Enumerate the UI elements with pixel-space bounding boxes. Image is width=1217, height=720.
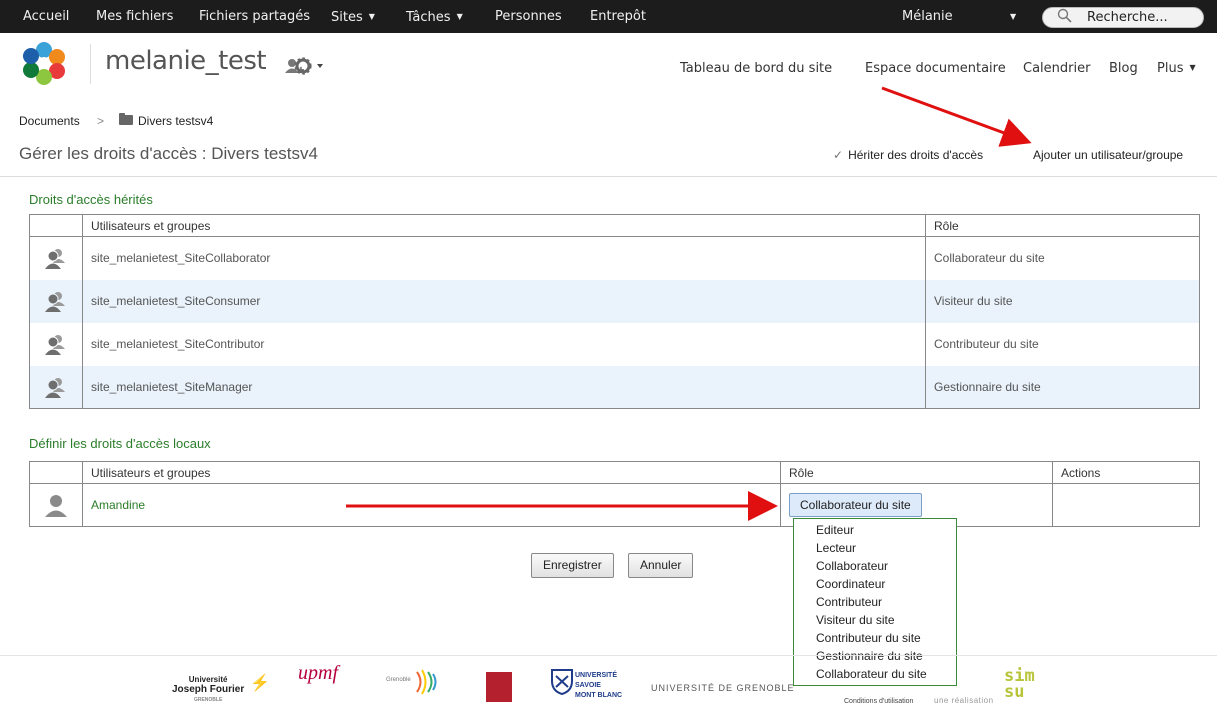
- savoie-shield-icon: [551, 669, 573, 697]
- grenoble-inp-mark: [414, 668, 440, 698]
- universite-de-grenoble-logo: UNIVERSITÉ DE GRENOBLE: [651, 683, 795, 693]
- savoie-logo-text: UNIVERSITÉ: [575, 672, 618, 679]
- ujf-logo: Université Joseph Fourier GRENOBLE: [172, 675, 244, 705]
- terms-link[interactable]: Conditions d'utilisation: [844, 697, 913, 707]
- ujf-logo-mark: ⚡: [250, 675, 270, 692]
- annotation-arrow: [881, 86, 1032, 147]
- credit-text: une réalisation: [934, 696, 994, 705]
- upmf-logo: upmf: [298, 662, 338, 684]
- savoie-logo-text: SAVOIE: [575, 682, 601, 689]
- simsu-logo-text: su: [1004, 682, 1025, 702]
- footer-divider: [0, 655, 1217, 656]
- simsu-logo: sim su: [1004, 668, 1035, 702]
- stendhal-logo: [486, 672, 512, 702]
- annotation-arrows: [346, 86, 1032, 521]
- grenoble-inp-logo: Grenoble: [386, 677, 411, 683]
- ujf-logo-text: Joseph Fourier: [172, 684, 245, 695]
- ujf-logo-text: GRENOBLE: [193, 697, 223, 703]
- savoie-logo: UNIVERSITÉ SAVOIE MONT BLANC: [575, 671, 622, 701]
- savoie-logo-text: MONT BLANC: [575, 692, 623, 699]
